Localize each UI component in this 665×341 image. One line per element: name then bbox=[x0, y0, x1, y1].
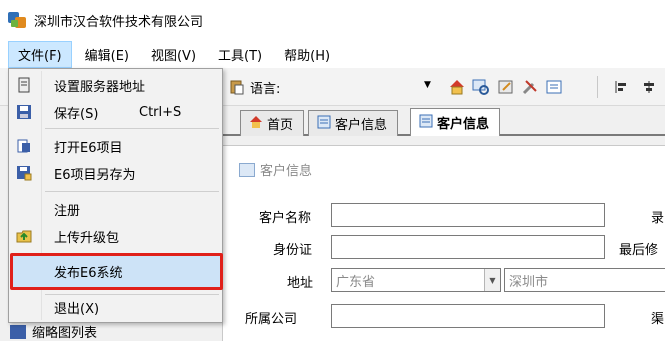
address-label: 地址 bbox=[287, 276, 314, 291]
home-icon[interactable] bbox=[448, 78, 466, 96]
server-icon bbox=[15, 76, 33, 94]
tab-home[interactable]: 首页 bbox=[240, 110, 305, 136]
menu-file[interactable]: 文件(F) bbox=[8, 40, 72, 68]
save-as-icon bbox=[15, 164, 33, 182]
tab-customer-info-1[interactable]: 客户信息 bbox=[308, 110, 399, 136]
edit-icon[interactable] bbox=[497, 78, 515, 96]
language-select[interactable] bbox=[290, 76, 435, 98]
right-label-3: 渠 bbox=[651, 312, 665, 327]
id-card-input[interactable] bbox=[331, 235, 605, 259]
menu-item-label: 退出(X) bbox=[54, 301, 100, 317]
form-icon bbox=[419, 114, 433, 132]
province-value: 广东省 bbox=[336, 275, 376, 290]
menu-item-exit[interactable]: 退出(X) bbox=[11, 294, 220, 320]
chevron-down-icon[interactable]: ▼ bbox=[484, 269, 500, 291]
language-label: 语言: bbox=[250, 82, 281, 97]
home-icon bbox=[249, 115, 263, 133]
customer-name-input[interactable] bbox=[331, 203, 605, 227]
company-input[interactable] bbox=[331, 304, 605, 328]
search-icon[interactable] bbox=[472, 78, 490, 96]
menu-view[interactable]: 视图(V) bbox=[142, 42, 205, 67]
tab-bar: 首页 客户信息 客户信息 bbox=[210, 106, 665, 136]
menu-separator bbox=[45, 128, 219, 129]
menu-item-label: E6项目另存为 bbox=[54, 167, 136, 183]
menu-edit[interactable]: 编辑(E) bbox=[76, 42, 138, 67]
panel-title: 客户信息 bbox=[239, 160, 312, 179]
menu-item-label: 注册 bbox=[54, 203, 81, 219]
tab-label: 客户信息 bbox=[335, 118, 388, 133]
id-card-label: 身份证 bbox=[273, 243, 313, 258]
annotation-highlight-box bbox=[10, 253, 223, 290]
upload-folder-icon bbox=[15, 227, 33, 245]
tab-label: 客户信息 bbox=[437, 117, 490, 132]
menu-item-label: 上传升级包 bbox=[54, 230, 120, 246]
thumbnail-list-item[interactable]: 缩略图列表 bbox=[10, 322, 97, 341]
form-icon bbox=[317, 115, 331, 133]
right-label-1: 录 bbox=[651, 211, 665, 226]
thumbnail-list-label: 缩略图列表 bbox=[32, 326, 98, 341]
province-select[interactable]: 广东省 ▼ bbox=[331, 268, 501, 292]
menu-item-label: 保存(S) bbox=[54, 106, 99, 122]
customer-name-label: 客户名称 bbox=[259, 211, 312, 226]
company-label: 所属公司 bbox=[245, 312, 298, 327]
chevron-down-icon[interactable]: ▼ bbox=[424, 80, 431, 90]
menu-item-label: 打开E6项目 bbox=[54, 140, 123, 156]
paste-icon[interactable] bbox=[228, 78, 246, 96]
menu-item-upload-package[interactable]: 上传升级包 bbox=[11, 223, 220, 249]
menu-item-label: 设置服务器地址 bbox=[54, 79, 146, 95]
form-icon bbox=[239, 162, 255, 177]
save-icon bbox=[15, 103, 33, 121]
right-label-2: 最后修 bbox=[619, 243, 659, 258]
city-value: 深圳市 bbox=[509, 275, 549, 290]
toolbar-separator bbox=[597, 76, 598, 98]
menu-item-set-server[interactable]: 设置服务器地址 bbox=[11, 72, 220, 98]
menu-bar: 文件(F) 编辑(E) 视图(V) 工具(T) 帮助(H) bbox=[0, 40, 665, 68]
open-icon bbox=[15, 137, 33, 155]
menu-item-register[interactable]: 注册 bbox=[11, 196, 220, 222]
menu-separator bbox=[45, 191, 219, 192]
thumbnail-list-icon bbox=[10, 324, 26, 339]
align-icon[interactable] bbox=[612, 78, 630, 96]
menu-item-shortcut: Ctrl+S bbox=[139, 104, 182, 120]
more-icon[interactable] bbox=[640, 78, 658, 96]
customer-info-panel: 客户信息 客户名称 录 身份证 最后修 地址 广东省 ▼ 深圳市 所属公司 渠 bbox=[222, 145, 665, 341]
tab-label: 首页 bbox=[267, 118, 294, 133]
file-menu-dropdown: 设置服务器地址 保存(S) Ctrl+S 打开E6项目 E6项目另存为 注册 上… bbox=[8, 68, 223, 323]
menu-help[interactable]: 帮助(H) bbox=[275, 42, 339, 67]
tools-icon[interactable] bbox=[521, 78, 539, 96]
menu-item-save[interactable]: 保存(S) Ctrl+S bbox=[11, 99, 220, 125]
window-title: 深圳市汉合软件技术有限公司 bbox=[34, 14, 204, 30]
title-bar: 深圳市汉合软件技术有限公司 bbox=[0, 0, 665, 40]
panel-title-text: 客户信息 bbox=[260, 164, 313, 179]
menu-item-save-as-e6[interactable]: E6项目另存为 bbox=[11, 160, 220, 186]
tab-customer-info-2[interactable]: 客户信息 bbox=[410, 108, 501, 136]
city-select[interactable]: 深圳市 bbox=[504, 268, 665, 292]
menu-tools[interactable]: 工具(T) bbox=[209, 42, 271, 67]
list-icon[interactable] bbox=[545, 78, 563, 96]
menu-item-open-e6[interactable]: 打开E6项目 bbox=[11, 133, 220, 159]
app-logo-icon bbox=[8, 10, 28, 30]
